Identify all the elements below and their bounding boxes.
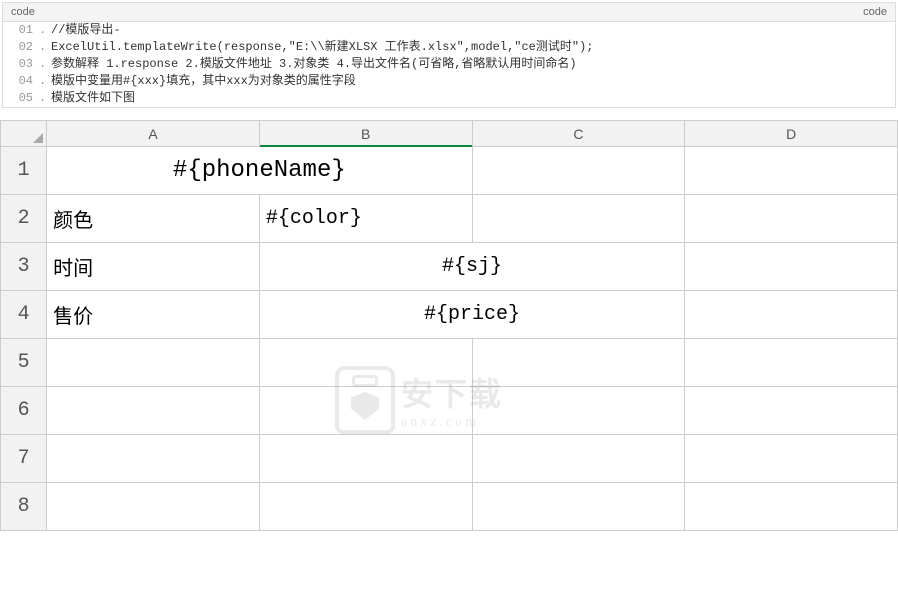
cell-B4-C4-merged[interactable]: #{price} xyxy=(259,291,684,339)
cell-A6[interactable] xyxy=(47,387,260,435)
line-number: 03 xyxy=(3,56,39,73)
cell-C7[interactable] xyxy=(472,435,685,483)
cell-A7[interactable] xyxy=(47,435,260,483)
table-row: 3 时间 #{sj} xyxy=(1,243,898,291)
column-header-D[interactable]: D xyxy=(685,121,898,147)
cell-A5[interactable] xyxy=(47,339,260,387)
code-line[interactable]: 04 . 模版中变量用#{xxx}填充，其中xxx为对象类的属性字段 xyxy=(3,73,895,90)
table-row: 5 xyxy=(1,339,898,387)
cell-A2[interactable]: 颜色 xyxy=(47,195,260,243)
line-number: 05 xyxy=(3,90,39,107)
column-header-B[interactable]: B xyxy=(259,121,472,147)
cell-D4[interactable] xyxy=(685,291,898,339)
cell-B2[interactable]: #{color} xyxy=(259,195,472,243)
row-header-7[interactable]: 7 xyxy=(1,435,47,483)
table-row: 1 #{phoneName} xyxy=(1,147,898,195)
cell-C1[interactable] xyxy=(472,147,685,195)
cell-value: 颜色 xyxy=(47,195,259,242)
cell-D2[interactable] xyxy=(685,195,898,243)
row-header-3[interactable]: 3 xyxy=(1,243,47,291)
line-number: 04 xyxy=(3,73,39,90)
line-number: 02 xyxy=(3,39,39,56)
spreadsheet: A B C D 1 #{phoneName} 2 颜色 #{color} xyxy=(0,120,898,531)
line-content: 模版中变量用#{xxx}填充，其中xxx为对象类的属性字段 xyxy=(49,73,895,90)
cell-C2[interactable] xyxy=(472,195,685,243)
cell-C5[interactable] xyxy=(472,339,685,387)
row-header-5[interactable]: 5 xyxy=(1,339,47,387)
select-all-corner[interactable] xyxy=(1,121,47,147)
row-header-6[interactable]: 6 xyxy=(1,387,47,435)
cell-D3[interactable] xyxy=(685,243,898,291)
cell-value: #{color} xyxy=(260,195,472,242)
code-line[interactable]: 01 . //模版导出- xyxy=(3,22,895,39)
cell-A4[interactable]: 售价 xyxy=(47,291,260,339)
cell-A8[interactable] xyxy=(47,483,260,531)
cell-value: #{price} xyxy=(260,291,684,338)
cell-B8[interactable] xyxy=(259,483,472,531)
column-header-A[interactable]: A xyxy=(47,121,260,147)
cell-value: 售价 xyxy=(47,291,259,338)
code-block: code code 01 . //模版导出- 02 . ExcelUtil.te… xyxy=(2,2,896,108)
cell-D7[interactable] xyxy=(685,435,898,483)
cell-B6[interactable] xyxy=(259,387,472,435)
cell-A1-B1-merged[interactable]: #{phoneName} xyxy=(47,147,472,195)
code-header: code code xyxy=(3,3,895,22)
column-header-row: A B C D xyxy=(1,121,898,147)
row-header-1[interactable]: 1 xyxy=(1,147,47,195)
line-content: 模版文件如下图 xyxy=(49,90,895,107)
code-header-right: code xyxy=(863,6,887,18)
corner-triangle-icon xyxy=(33,133,43,143)
line-content: ExcelUtil.templateWrite(response,"E:\\新建… xyxy=(49,39,895,56)
table-row: 8 xyxy=(1,483,898,531)
code-header-left: code xyxy=(11,6,35,18)
row-header-4[interactable]: 4 xyxy=(1,291,47,339)
cell-value: 时间 xyxy=(47,243,259,290)
table-row: 7 xyxy=(1,435,898,483)
cell-D6[interactable] xyxy=(685,387,898,435)
cell-C8[interactable] xyxy=(472,483,685,531)
cell-B3-C3-merged[interactable]: #{sj} xyxy=(259,243,684,291)
cell-A3[interactable]: 时间 xyxy=(47,243,260,291)
line-number: 01 xyxy=(3,22,39,39)
code-line[interactable]: 03 . 参数解释 1.response 2.模版文件地址 3.对象类 4.导出… xyxy=(3,56,895,73)
row-header-2[interactable]: 2 xyxy=(1,195,47,243)
cell-value: #{phoneName} xyxy=(47,147,471,194)
line-content: //模版导出- xyxy=(49,22,895,39)
table-row: 4 售价 #{price} xyxy=(1,291,898,339)
cell-D8[interactable] xyxy=(685,483,898,531)
code-line[interactable]: 02 . ExcelUtil.templateWrite(response,"E… xyxy=(3,39,895,56)
row-header-8[interactable]: 8 xyxy=(1,483,47,531)
table-row: 6 xyxy=(1,387,898,435)
cell-D5[interactable] xyxy=(685,339,898,387)
cell-value: #{sj} xyxy=(260,243,684,290)
cell-B7[interactable] xyxy=(259,435,472,483)
cell-C6[interactable] xyxy=(472,387,685,435)
table-row: 2 颜色 #{color} xyxy=(1,195,898,243)
cell-B5[interactable] xyxy=(259,339,472,387)
column-header-C[interactable]: C xyxy=(472,121,685,147)
code-body: 01 . //模版导出- 02 . ExcelUtil.templateWrit… xyxy=(3,22,895,107)
line-content: 参数解释 1.response 2.模版文件地址 3.对象类 4.导出文件名(可… xyxy=(49,56,895,73)
active-column-indicator xyxy=(260,145,472,147)
code-line[interactable]: 05 . 模版文件如下图 xyxy=(3,90,895,107)
cell-D1[interactable] xyxy=(685,147,898,195)
